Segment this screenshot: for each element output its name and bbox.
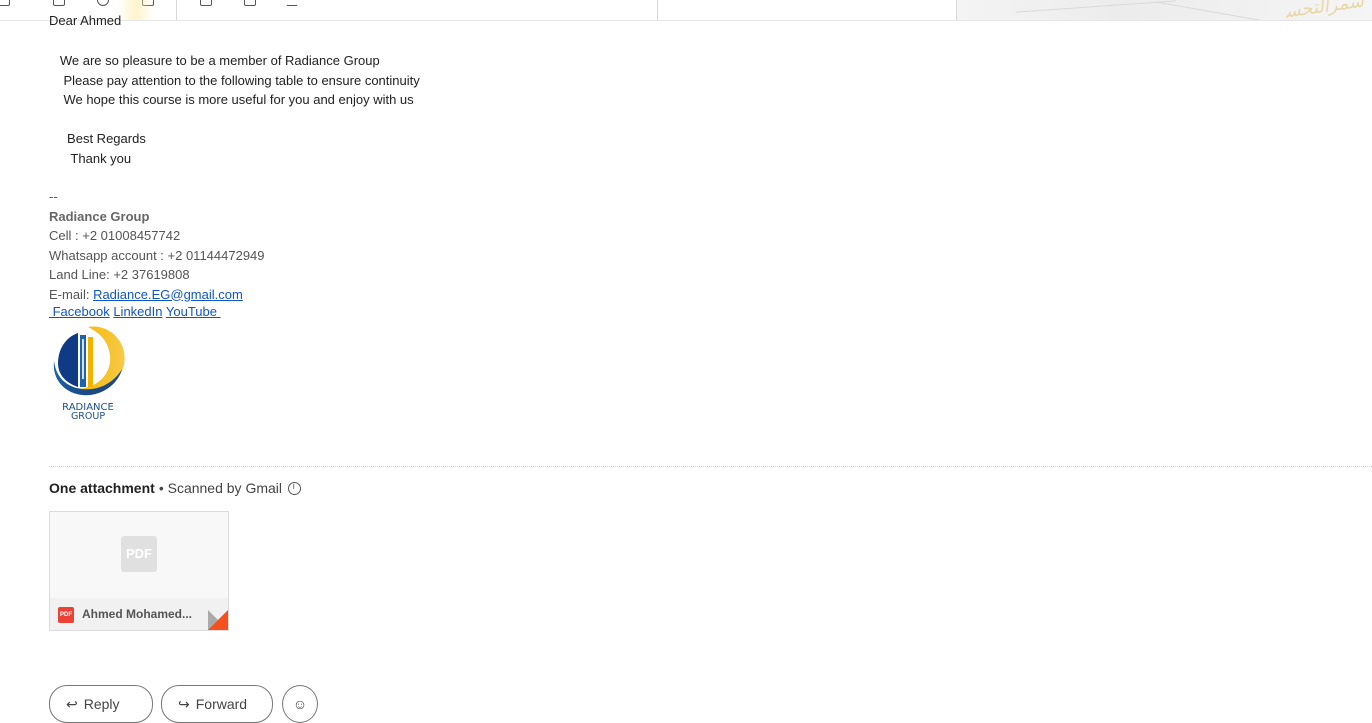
emoji-reaction-button[interactable]: ☺ (282, 685, 318, 723)
pdf-small-icon: PDF (58, 607, 74, 623)
snooze-icon[interactable] (244, 0, 256, 6)
page-fold-accent (208, 610, 228, 630)
social-links: Facebook LinkedIn YouTube (49, 304, 221, 319)
body-line: Thank you (49, 150, 132, 166)
back-icon[interactable] (0, 0, 10, 6)
body-line: Best Regards (49, 131, 146, 146)
map-preview: ﺳﻤﺮاﻟﺘﺤﺴ (956, 0, 1372, 20)
attachment-card[interactable]: PDF PDF Ahmed Mohamed... (49, 511, 229, 631)
message-body: We are so pleasure to be a member of Rad… (49, 51, 420, 168)
youtube-link[interactable]: YouTube (166, 304, 221, 319)
linkedin-link[interactable]: LinkedIn (113, 304, 162, 319)
attachment-count: One attachment (49, 480, 155, 496)
body-line: We hope this course is more useful for y… (49, 92, 414, 107)
logo-text-group: GROUP (71, 411, 105, 421)
toolbar: ﺳﻤﺮاﻟﺘﺤﺴ (0, 0, 1372, 21)
pdf-icon: PDF (121, 536, 157, 572)
greeting: Dear Ahmed (49, 13, 122, 28)
signature: -- Radiance Group Cell : +2 01008457742 Wha… (49, 187, 265, 304)
archive-icon[interactable] (53, 0, 65, 6)
forward-button[interactable]: ↪ Forward (161, 685, 273, 723)
scanned-label: • Scanned by Gmail (158, 480, 282, 496)
toolbar-divider (176, 0, 177, 20)
signature-email-row: E-mail: Radiance.EG@gmail.com (49, 285, 265, 305)
forward-label: Forward (195, 696, 248, 712)
radiance-group-logo: RADIANCE GROUP (53, 326, 125, 421)
signature-whatsapp: Whatsapp account : +2 01144472949 (49, 247, 265, 263)
reply-icon: ↩ (66, 695, 78, 712)
attachment-filename: Ahmed Mohamed... (82, 607, 193, 621)
signature-company: Radiance Group (49, 208, 150, 224)
body-line (49, 110, 420, 130)
info-icon[interactable] (288, 481, 301, 495)
attachment-footer: PDF Ahmed Mohamed... (50, 598, 228, 630)
reply-button[interactable]: ↩ Reply (49, 685, 153, 723)
email-link[interactable]: Radiance.EG@gmail.com (93, 287, 243, 302)
attachment-separator (49, 466, 1372, 467)
decorative-highlight (118, 0, 154, 20)
emoji-icon: ☺ (292, 696, 308, 712)
label-icon[interactable] (286, 0, 298, 6)
attachment-header: One attachment • Scanned by Gmail (49, 480, 301, 496)
map-label: ﺳﻤﺮاﻟﺘﺤﺴ (1283, 0, 1366, 21)
body-line: Please pay attention to the following ta… (49, 72, 420, 88)
forward-icon: ↪ (178, 695, 190, 712)
body-line: We are so pleasure to be a member of Rad… (49, 53, 380, 68)
signature-cell: Cell : +2 01008457742 (49, 228, 181, 243)
signature-dashes: -- (49, 189, 58, 204)
report-icon[interactable] (97, 0, 109, 6)
panel-divider (657, 0, 658, 20)
reply-label: Reply (83, 696, 120, 712)
facebook-link[interactable]: Facebook (49, 304, 110, 319)
attachment-preview[interactable]: PDF (50, 512, 228, 598)
mail-icon[interactable] (200, 0, 212, 6)
signature-landline: Land Line: +2 37619808 (49, 267, 190, 282)
email-label: E-mail: (49, 286, 94, 302)
